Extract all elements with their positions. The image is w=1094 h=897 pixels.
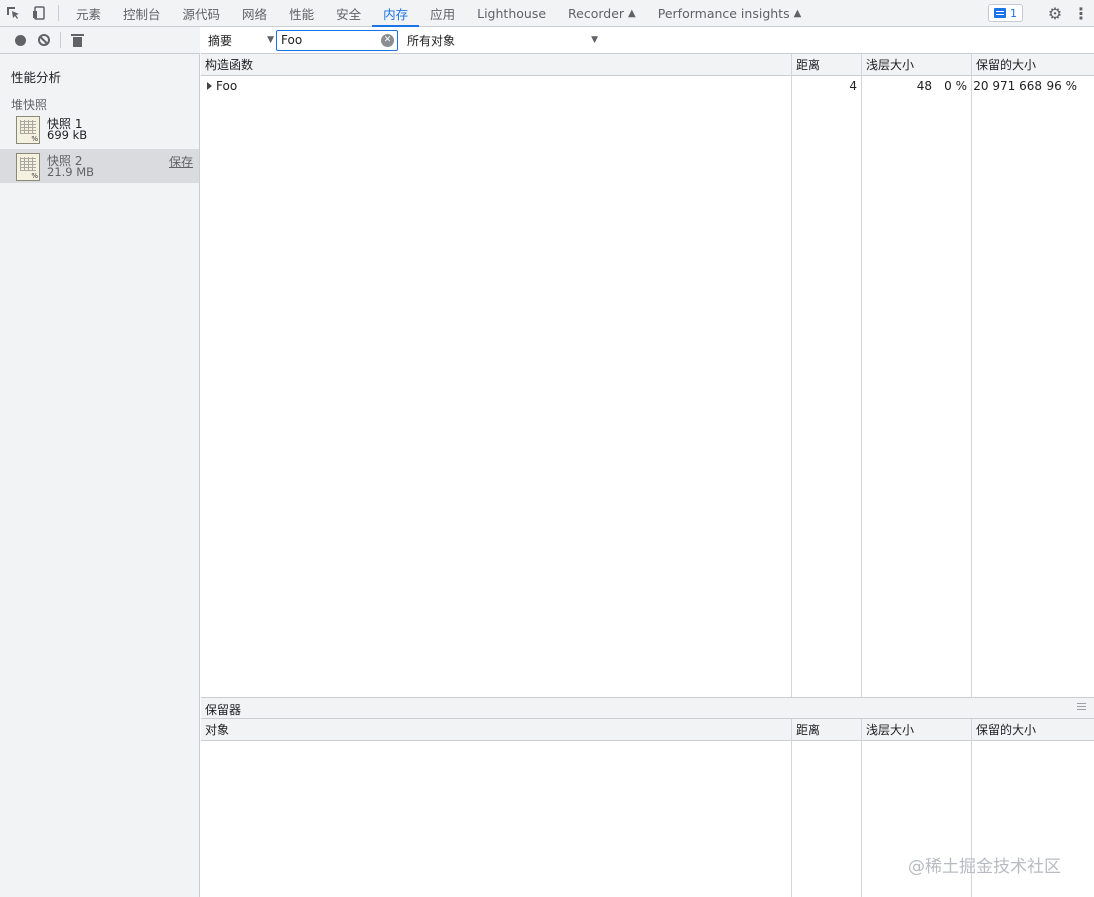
profiles-sidebar: 性能分析 堆快照 % 快照 1 699 kB % 快照 2 21.9 MB 保存 <box>0 54 200 897</box>
shallow-size-cell: 48 <box>916 79 932 93</box>
flask-icon: ▲ <box>793 7 802 19</box>
trash-icon <box>70 33 84 47</box>
resize-grip-icon[interactable] <box>1077 703 1086 710</box>
retainers-title: 保留器 <box>205 703 242 717</box>
sidebar-title: 性能分析 <box>11 70 62 85</box>
flask-icon: ▲ <box>628 7 636 19</box>
tab-label: 安全 <box>336 6 362 22</box>
profiles-toolbar <box>0 27 200 54</box>
snapshot-size: 21.9 MB <box>47 165 95 179</box>
device-toolbar-icon[interactable] <box>26 0 52 26</box>
clear-icon <box>38 34 50 46</box>
class-filter[interactable]: ✕ <box>276 29 398 51</box>
constructor-cell: Foo <box>207 76 237 97</box>
gear-icon[interactable]: ⚙ <box>1042 4 1068 23</box>
retainers-panel-header: 保留器 <box>201 697 1094 719</box>
record-button[interactable] <box>8 28 32 52</box>
column-header-distance[interactable]: 距离 <box>792 719 820 741</box>
heap-view-toolbar: 摘要 ▼ ✕ 所有对象 ▼ <box>201 27 1094 54</box>
tab-label: 内存 <box>383 6 409 22</box>
snapshot-item-1[interactable]: % 快照 1 699 kB <box>0 112 199 146</box>
constructor-name: Foo <box>216 79 238 93</box>
view-select[interactable]: 摘要 ▼ <box>201 30 276 51</box>
record-icon <box>14 34 26 46</box>
save-snapshot-link[interactable]: 保存 <box>169 153 193 170</box>
tab-label: 控制台 <box>123 6 161 22</box>
tab-security[interactable]: 安全 <box>325 0 372 26</box>
class-filter-input[interactable] <box>281 33 381 47</box>
heap-snapshot-icon: % <box>16 153 40 181</box>
column-header-constructor[interactable]: 构造函数 <box>201 54 253 76</box>
heap-snapshot-section: 堆快照 <box>11 98 48 112</box>
snapshot-item-2[interactable]: % 快照 2 21.9 MB 保存 <box>0 149 199 183</box>
column-divider <box>971 54 972 697</box>
message-icon <box>994 8 1006 18</box>
tab-label: 网络 <box>242 6 268 22</box>
column-header-shallow-size[interactable]: 浅层大小 <box>862 54 914 76</box>
tab-recorder[interactable]: Recorder ▲ <box>557 0 647 26</box>
issues-count: 1 <box>1010 6 1017 20</box>
tab-label: Performance insights <box>657 5 790 21</box>
column-header-distance[interactable]: 距离 <box>792 54 820 76</box>
view-select-value: 摘要 <box>208 33 233 48</box>
toolbar-divider <box>58 5 59 21</box>
grid-header: 构造函数 距离 浅层大小 保留的大小 <box>201 54 1094 76</box>
more-options-icon[interactable]: ⋮ <box>1068 4 1094 23</box>
tab-memory[interactable]: 内存 <box>372 0 420 27</box>
tab-console[interactable]: 控制台 <box>112 0 172 26</box>
objects-select-value: 所有对象 <box>407 33 456 48</box>
expand-triangle-icon[interactable] <box>207 82 212 90</box>
snapshot-size: 699 kB <box>47 128 88 142</box>
tab-label: 性能 <box>289 6 315 22</box>
tab-sources[interactable]: 源代码 <box>172 0 232 26</box>
collect-garbage-button[interactable] <box>65 28 89 52</box>
grid-header: 对象 距离 浅层大小 保留的大小 <box>201 719 1094 741</box>
tab-label: 应用 <box>430 6 456 22</box>
tab-lighthouse[interactable]: Lighthouse <box>466 0 557 26</box>
retained-size-percent: 96 % <box>1046 79 1078 93</box>
tab-elements[interactable]: 元素 <box>65 0 112 26</box>
heap-snapshot-icon: % <box>16 116 40 144</box>
tab-label: 源代码 <box>182 6 221 22</box>
tab-network[interactable]: 网络 <box>231 0 278 26</box>
constructors-grid: 构造函数 距离 浅层大小 保留的大小 Foo 4 48 0 % 20 971 6… <box>201 54 1094 697</box>
retained-size-cell: 20 971 668 <box>973 79 1042 93</box>
tab-label: Recorder <box>568 5 625 21</box>
column-header-shallow-size[interactable]: 浅层大小 <box>862 719 914 741</box>
distance-cell: 4 <box>849 79 857 93</box>
tab-label: Lighthouse <box>477 5 547 21</box>
column-header-retained-size[interactable]: 保留的大小 <box>972 54 1036 76</box>
tab-performance[interactable]: 性能 <box>278 0 325 26</box>
column-divider <box>791 719 792 897</box>
inspect-element-icon[interactable] <box>0 0 26 26</box>
tab-label: 元素 <box>76 6 102 22</box>
devtools-tab-bar: 元素 控制台 源代码 网络 性能 安全 内存 应用 Lighthouse Rec… <box>0 0 1094 27</box>
caret-down-icon: ▼ <box>267 34 274 45</box>
column-divider <box>791 54 792 697</box>
watermark: @稀土掘金技术社区 <box>908 857 1061 877</box>
shallow-size-percent: 0 % <box>944 79 967 93</box>
toolbar-divider <box>60 32 61 48</box>
clear-profiles-button[interactable] <box>32 28 56 52</box>
tab-application[interactable]: 应用 <box>419 0 466 26</box>
objects-select[interactable]: 所有对象 ▼ <box>400 30 600 51</box>
tab-performance-insights[interactable]: Performance insights ▲ <box>647 0 813 26</box>
column-header-object[interactable]: 对象 <box>201 719 229 741</box>
caret-down-icon: ▼ <box>591 34 598 45</box>
topbar-right-actions: 1 ⚙ ⋮ <box>988 0 1094 26</box>
column-divider <box>861 54 862 697</box>
issues-counter-button[interactable]: 1 <box>988 4 1023 22</box>
column-header-retained-size[interactable]: 保留的大小 <box>972 719 1036 741</box>
clear-filter-icon[interactable]: ✕ <box>381 33 394 47</box>
column-divider <box>861 719 862 897</box>
table-row[interactable]: Foo 4 48 0 % 20 971 668 96 % <box>201 76 1094 97</box>
